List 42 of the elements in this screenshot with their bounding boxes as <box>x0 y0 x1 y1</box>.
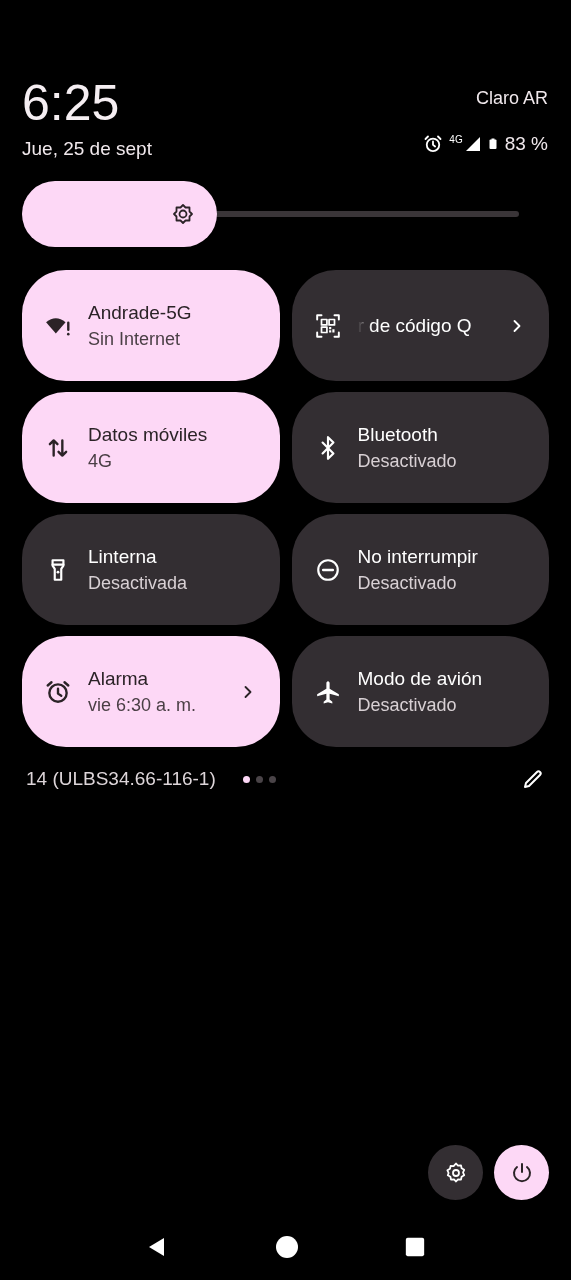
tile-status: Desactivado <box>357 449 458 473</box>
network-type: 4G <box>449 135 463 145</box>
tile-status: 4G <box>88 449 113 473</box>
tile-status: Desactivado <box>357 571 458 595</box>
alarm-icon <box>45 678 71 705</box>
power-button[interactable] <box>494 1145 549 1200</box>
quick-tile[interactable]: Modo de avión Desactivado <box>291 636 549 747</box>
quick-tile[interactable]: Alarma vie 6:30 a. m. <box>22 636 280 747</box>
qr-code-icon <box>314 312 341 339</box>
edit-pencil-icon[interactable] <box>521 767 545 791</box>
tile-status: Sin Internet <box>88 327 182 351</box>
tile-title: Bluetooth <box>357 422 439 447</box>
home-icon[interactable] <box>274 1235 299 1259</box>
alarm-icon <box>423 134 444 154</box>
quick-tile[interactable]: Datos móviles 4G <box>22 392 280 503</box>
quick-tile[interactable]: Linterna Desactivada <box>22 514 280 625</box>
date-text: Jue, 25 de sept <box>22 138 152 160</box>
brightness-icon <box>171 202 195 226</box>
tile-status: vie 6:30 a. m. <box>88 693 198 717</box>
carrier-name: Claro AR <box>475 88 548 109</box>
signal-icon <box>464 136 481 152</box>
tile-title: Andrade-5G <box>88 300 193 325</box>
tile-title: Linterna <box>88 544 158 569</box>
quick-tile[interactable]: No interrumpir Desactivado <box>291 514 549 625</box>
clock-time: 6:25 <box>22 74 121 132</box>
page-dot[interactable] <box>242 775 250 783</box>
tile-title: Datos móviles <box>88 422 209 447</box>
settings-button[interactable] <box>428 1145 483 1200</box>
tile-title: Alarma <box>88 666 150 691</box>
tile-title: No interrumpir <box>357 544 479 569</box>
page-dot[interactable] <box>268 775 276 783</box>
tile-status: Desactivado <box>357 693 458 717</box>
do-not-disturb-icon <box>314 556 341 583</box>
tile-status: Desactivada <box>88 571 189 595</box>
battery-percent: 83 % <box>504 133 548 155</box>
quick-tile[interactable]: Bluetooth Desactivado <box>291 392 549 503</box>
page-dot[interactable] <box>255 775 263 783</box>
quick-tile[interactable]: Andrade-5G Sin Internet <box>22 270 280 381</box>
airplane-icon <box>314 678 341 705</box>
build-number: 14 (ULBS34.66-116-1) <box>26 768 216 790</box>
recents-icon[interactable] <box>403 1236 426 1258</box>
tile-title: Modo de avión <box>357 666 484 691</box>
